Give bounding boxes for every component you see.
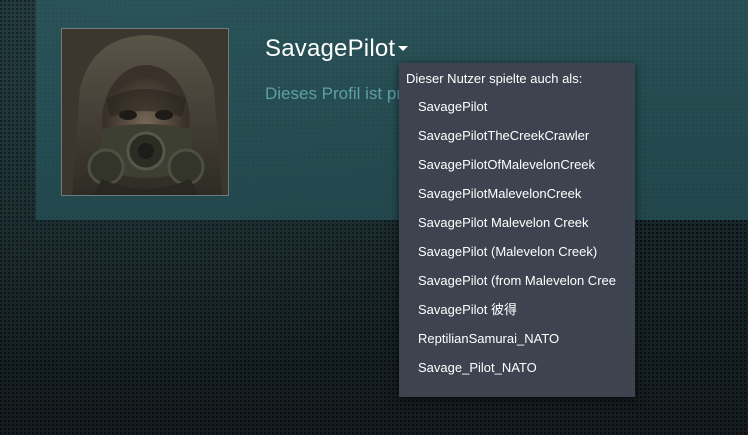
privacy-status-text: Dieses Profil ist privat.	[265, 84, 405, 103]
alias-item[interactable]: SavagePilot 彼得	[399, 295, 635, 324]
alias-item[interactable]: SavagePilotTheCreekCrawler	[399, 121, 635, 150]
alias-item[interactable]: SavagePilotMalevelonCreek	[399, 179, 635, 208]
alias-item[interactable]: SavagePilotOfMalevelonCreek	[399, 150, 635, 179]
alias-item[interactable]: SavagePilot Malevelon Creek	[399, 208, 635, 237]
alias-item[interactable]: SavagePilot (from Malevelon Cree	[399, 266, 635, 295]
avatar[interactable]	[61, 28, 229, 196]
alias-item[interactable]: SavagePilot	[399, 92, 635, 121]
alias-history-dropdown: Dieser Nutzer spielte auch als: SavagePi…	[399, 63, 635, 397]
avatar-image	[62, 29, 228, 195]
alias-item[interactable]: SavagePilot (Malevelon Creek)	[399, 237, 635, 266]
alias-list: SavagePilot SavagePilotTheCreekCrawler S…	[399, 92, 635, 382]
persona-name[interactable]: SavagePilot	[265, 35, 395, 63]
alias-item[interactable]: ReptilianSamurai_NATO	[399, 324, 635, 353]
alias-item[interactable]: Savage_Pilot_NATO	[399, 353, 635, 382]
alias-dropdown-title: Dieser Nutzer spielte auch als:	[406, 71, 583, 86]
chevron-down-icon[interactable]	[398, 46, 408, 51]
